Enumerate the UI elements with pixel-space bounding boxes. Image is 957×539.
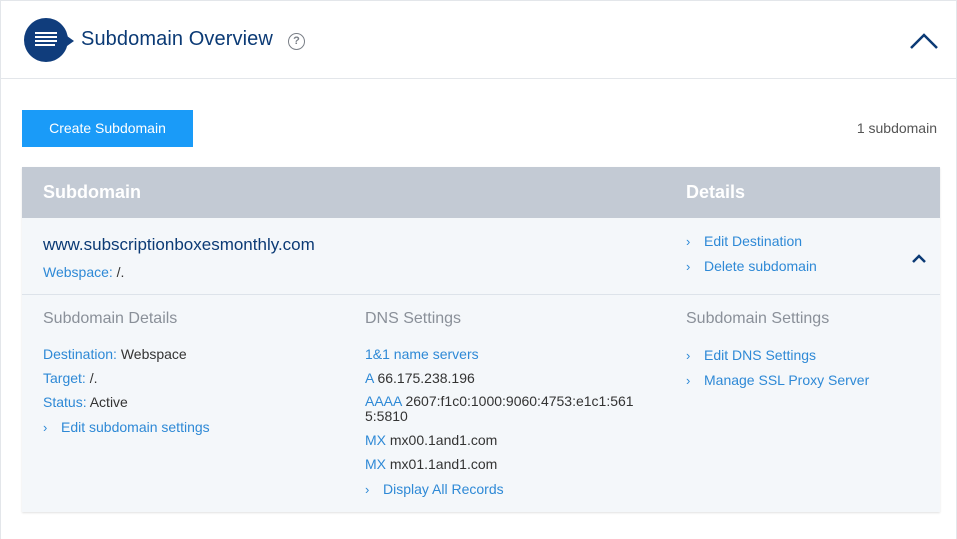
row-detail-panel: Subdomain Details Destination: Webspace … [22, 296, 940, 512]
aaaa-record-value-cont: 5:5810 [365, 408, 408, 424]
subdomain-name: www.subscriptionboxesmonthly.com [43, 235, 315, 254]
target-label: Target: [43, 370, 86, 386]
subdomain-overview-panel: Subdomain Overview ? Create Subdomain 1 … [0, 0, 957, 539]
mx-record: MX mx01.1and1.com [365, 456, 497, 472]
subdomain-list-icon [24, 18, 74, 62]
webspace-label: Webspace: [43, 264, 113, 280]
nameservers-label: 1&1 name servers [365, 346, 479, 362]
delete-subdomain-label: Delete subdomain [704, 258, 817, 274]
column-header-subdomain: Subdomain [43, 182, 141, 202]
target-value: /. [89, 370, 98, 386]
a-record-label: A [365, 370, 374, 386]
destination-info: Destination: Webspace [43, 346, 187, 362]
chevron-right-icon: › [686, 347, 691, 363]
mx-record-value: mx01.1and1.com [389, 456, 498, 472]
edit-subdomain-settings-label: Edit subdomain settings [61, 419, 210, 435]
mx-record-value: mx00.1and1.com [389, 432, 498, 448]
webspace-value: /. [116, 264, 125, 280]
manage-ssl-proxy-link[interactable]: › Manage SSL Proxy Server [686, 372, 869, 388]
edit-destination-link[interactable]: › Edit Destination [686, 233, 802, 249]
column-header-details: Details [686, 182, 746, 202]
panel-header: Subdomain Overview ? [1, 1, 956, 79]
subdomain-settings-title: Subdomain Settings [686, 310, 830, 327]
a-record-value: 66.175.238.196 [377, 370, 475, 386]
dns-settings-title: DNS Settings [365, 310, 462, 327]
aaaa-record: AAAA 2607:f1c0:1000:9060:4753:e1c1:561 5… [365, 394, 634, 424]
table-header: Subdomain Details [22, 167, 940, 218]
manage-ssl-proxy-label: Manage SSL Proxy Server [704, 372, 870, 388]
aaaa-record-label: AAAA [365, 393, 402, 409]
status-info: Status: Active [43, 394, 128, 410]
target-info: Target: /. [43, 370, 97, 386]
mx-record-label: MX [365, 456, 386, 472]
subdomain-count: 1 subdomain [856, 120, 937, 136]
chevron-up-icon[interactable] [911, 254, 927, 264]
display-all-records-label: Display All Records [383, 481, 504, 497]
edit-dns-settings-link[interactable]: › Edit DNS Settings [686, 347, 816, 363]
display-all-records-link[interactable]: › Display All Records [365, 481, 504, 497]
edit-subdomain-settings-link[interactable]: › Edit subdomain settings [43, 419, 210, 435]
chevron-right-icon: › [686, 258, 691, 274]
chevron-up-icon[interactable] [908, 31, 940, 51]
destination-label: Destination: [43, 346, 117, 362]
help-icon[interactable]: ? [288, 33, 305, 50]
delete-subdomain-link[interactable]: › Delete subdomain [686, 258, 817, 274]
aaaa-record-value: 2607:f1c0:1000:9060:4753:e1c1:561 [405, 393, 634, 409]
create-subdomain-button[interactable]: Create Subdomain [22, 110, 193, 147]
edit-destination-label: Edit Destination [704, 233, 803, 249]
nameservers-link[interactable]: 1&1 name servers [365, 346, 479, 362]
edit-dns-settings-label: Edit DNS Settings [704, 347, 817, 363]
table-row: www.subscriptionboxesmonthly.com Webspac… [22, 218, 940, 295]
mx-record-label: MX [365, 432, 386, 448]
page-title: Subdomain Overview [81, 28, 273, 50]
a-record: A 66.175.238.196 [365, 370, 475, 386]
chevron-right-icon: › [686, 372, 691, 388]
chevron-right-icon: › [365, 481, 370, 497]
webspace-info: Webspace: /. [43, 264, 124, 280]
mx-record: MX mx00.1and1.com [365, 432, 497, 448]
subdomain-details-title: Subdomain Details [43, 310, 178, 327]
status-label: Status: [43, 394, 87, 410]
destination-value: Webspace [120, 346, 187, 362]
subdomain-table: Subdomain Details www.subscriptionboxesm… [22, 167, 940, 512]
chevron-right-icon: › [686, 233, 691, 249]
chevron-right-icon: › [43, 419, 48, 435]
status-value: Active [89, 394, 128, 410]
